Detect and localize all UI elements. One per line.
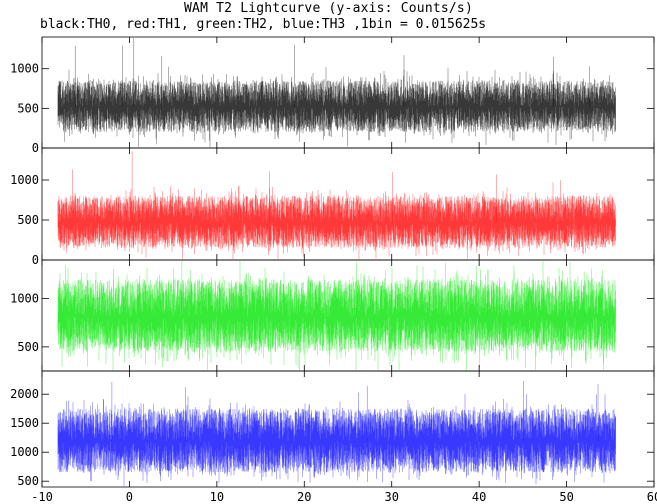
y-tick-label: 1500: [10, 416, 39, 430]
y-tick-label: 500: [17, 101, 39, 115]
y-tick-label: 1000: [10, 62, 39, 76]
y-tick-label: 2000: [10, 387, 39, 401]
x-tick-label: 0: [126, 490, 133, 504]
y-tick-label: 1000: [10, 173, 39, 187]
x-tick-label: 60: [647, 490, 657, 504]
series-th1-trace: [57, 151, 616, 259]
x-tick-label: 50: [559, 490, 573, 504]
y-tick-label: 500: [17, 213, 39, 227]
series-th3-trace: [57, 380, 616, 486]
series-th2-trace: [57, 261, 616, 370]
y-tick-label: 500: [17, 474, 39, 488]
lightcurve-plot: 05001000050010005001000500100015002000-1…: [10, 36, 657, 504]
x-tick-label: 10: [210, 490, 224, 504]
y-tick-label: 500: [17, 340, 39, 354]
x-tick-label: 40: [472, 490, 486, 504]
x-tick-label: -10: [31, 490, 53, 504]
x-tick-label: 30: [384, 490, 398, 504]
y-tick-label: 0: [32, 253, 39, 267]
y-tick-label: 1000: [10, 292, 39, 306]
y-tick-label: 1000: [10, 445, 39, 459]
x-tick-label: 20: [297, 490, 311, 504]
series-th0-trace: [57, 38, 616, 147]
y-tick-label: 0: [32, 141, 39, 155]
